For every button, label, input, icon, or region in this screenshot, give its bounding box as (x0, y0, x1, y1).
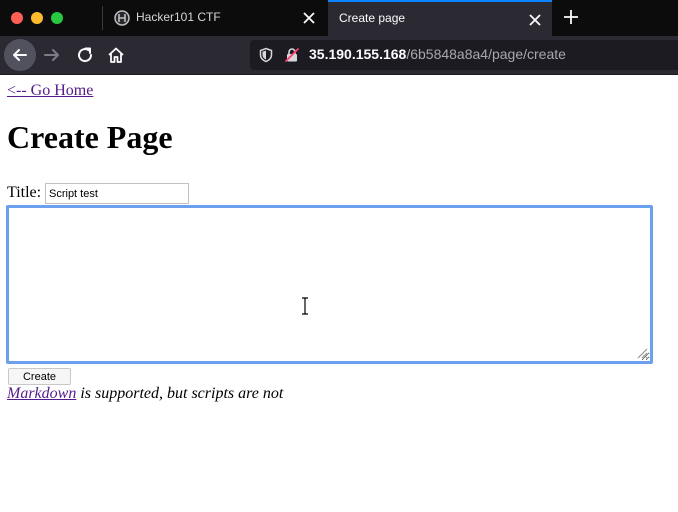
create-button[interactable]: Create (8, 368, 71, 385)
forward-icon[interactable] (42, 45, 62, 65)
plus-icon[interactable] (562, 8, 580, 26)
body-textarea[interactable] (6, 205, 653, 364)
url-host: 35.190.155.168 (309, 46, 407, 62)
markdown-note-text: is supported, but scripts are not (76, 385, 284, 402)
go-home-link[interactable]: <-- Go Home (7, 82, 93, 100)
markdown-link[interactable]: Markdown (7, 385, 76, 402)
tab-title: Create page (339, 11, 406, 25)
tab-title: Hacker101 CTF (136, 10, 221, 24)
tab-strip: Hacker101 CTF Create page (0, 0, 678, 36)
window-zoom-button[interactable] (51, 12, 63, 24)
url-text[interactable]: 35.190.155.168/6b5848a8a4/page/create (309, 46, 566, 62)
tab-create-page[interactable]: Create page (328, 0, 552, 36)
reload-icon[interactable] (75, 45, 95, 65)
window-minimize-button[interactable] (31, 12, 43, 24)
url-path: /6b5848a8a4/page/create (406, 46, 566, 62)
close-icon[interactable] (528, 13, 542, 27)
title-label: Title: (7, 184, 42, 201)
close-icon[interactable] (302, 11, 316, 25)
hacker101-favicon-icon (114, 10, 130, 26)
address-bar[interactable]: 35.190.155.168/6b5848a8a4/page/create (250, 40, 678, 70)
insecure-lock-icon[interactable] (284, 47, 300, 63)
home-icon[interactable] (106, 45, 126, 65)
back-button[interactable] (4, 39, 36, 71)
shield-icon[interactable] (258, 47, 274, 63)
page-title: Create Page (7, 119, 173, 155)
back-icon (13, 49, 27, 61)
tab-hacker101[interactable]: Hacker101 CTF (104, 0, 326, 36)
navigation-toolbar: 35.190.155.168/6b5848a8a4/page/create (0, 36, 678, 75)
window-close-button[interactable] (11, 12, 23, 24)
tab-separator (102, 6, 103, 30)
page-content: <-- Go Home Create Page Title: Create Ma… (0, 75, 678, 512)
markdown-note: Markdown is supported, but scripts are n… (7, 385, 283, 403)
title-input[interactable] (45, 183, 189, 204)
